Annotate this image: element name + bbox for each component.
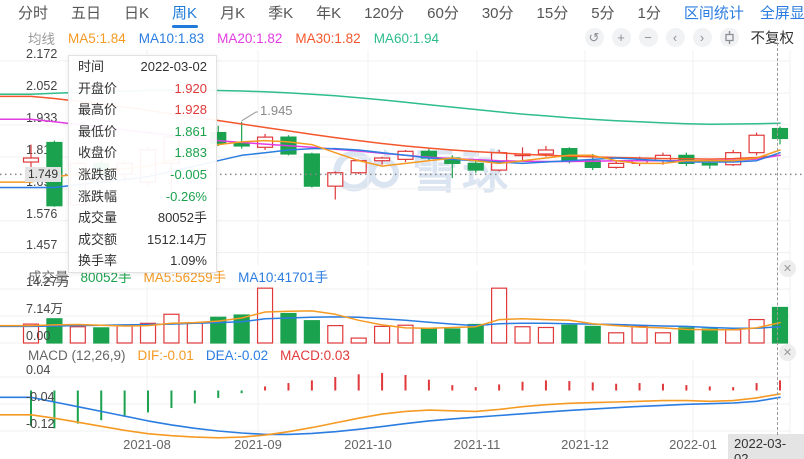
zoom-in-icon[interactable]: + [611, 28, 631, 47]
tab-15min[interactable]: 15分 [537, 2, 569, 23]
tooltip-value: 1.920 [174, 80, 207, 96]
tab-monthly-k[interactable]: 月K [220, 2, 245, 23]
dea-legend: DEA:-0.02 [205, 348, 269, 363]
macd-pane-header: MACD (12,26,9) DIF:-0.01 DEA:-0.02 MACD:… [0, 348, 350, 363]
ma-legend-row: 均线 MA5:1.84 MA10:1.83 MA20:1.82 MA30:1.8… [0, 28, 439, 48]
macd-tick: -0.12 [26, 417, 55, 431]
tooltip-row: 收盘价 1.883 [69, 142, 216, 164]
stock-chart-window: 分时 五日 日K 周K 月K 季K 年K 120分 60分 30分 15分 5分… [0, 0, 804, 459]
tooltip-label: 开盘价 [78, 80, 118, 96]
tab-yearly-k[interactable]: 年K [316, 2, 341, 23]
volume-title: 成交量 [28, 270, 69, 285]
volume-tick: 7.14万 [26, 302, 63, 316]
tab-daily-k[interactable]: 日K [124, 2, 149, 23]
macd-tick: -0.04 [26, 390, 55, 404]
tooltip-row: 开盘价 1.920 [69, 78, 216, 100]
tooltip-label: 涨跌幅 [78, 188, 118, 204]
tooltip-row: 时间 2022-03-02 [69, 56, 216, 78]
tooltip-label: 换手率 [78, 253, 118, 269]
crosshair-date-label: 2022-03-02 [728, 434, 804, 459]
macd-title: MACD (12,26,9) [28, 348, 126, 363]
tooltip-label: 收盘价 [78, 145, 118, 161]
tooltip-value: 1.861 [174, 123, 207, 139]
volume-tick: 0.00 [26, 329, 51, 343]
adjust-mode-label[interactable]: 不复权 [751, 27, 795, 48]
current-price-label: 1.749 [25, 167, 62, 182]
period-tabbar: 分时 五日 日K 周K 月K 季K 年K 120分 60分 30分 15分 5分… [0, 0, 804, 25]
tooltip-value: 2022-03-02 [140, 59, 208, 74]
fullscreen-link[interactable]: 全屏显示 [760, 2, 804, 23]
tab-5day[interactable]: 五日 [71, 2, 101, 23]
ma20-legend: MA20:1.82 [217, 30, 283, 46]
ma60-legend: MA60:1.94 [373, 30, 439, 46]
zoom-out-icon[interactable]: − [638, 28, 658, 47]
volume-ma10-legend: MA10:41701手 [238, 270, 329, 285]
scroll-right-icon[interactable]: › [692, 28, 712, 47]
tooltip-value: 1.883 [174, 145, 207, 161]
tooltip-label: 涨跌额 [78, 166, 118, 182]
tab-60min[interactable]: 60分 [427, 2, 459, 23]
tab-120min[interactable]: 120分 [364, 2, 404, 23]
tooltip-label: 时间 [78, 59, 105, 74]
tooltip-label: 成交额 [78, 231, 118, 247]
tab-30min[interactable]: 30分 [482, 2, 514, 23]
dif-legend: DIF:-0.01 [137, 348, 194, 363]
tooltip-row: 涨跌幅 -0.26% [69, 186, 216, 208]
kline-style-icon[interactable] [719, 28, 739, 47]
close-icon[interactable]: ✕ [779, 260, 796, 277]
tooltip-row: 换手率 1.09% [69, 250, 216, 272]
tab-quarterly-k[interactable]: 季K [268, 2, 293, 23]
ma-row-title: 均线 [28, 32, 55, 47]
tooltip-row: 成交量 80052手 [69, 207, 216, 229]
chart-toolbar: ↺ + − ‹ › 不复权 [584, 27, 795, 48]
scroll-left-icon[interactable]: ‹ [665, 28, 685, 47]
undo-icon[interactable]: ↺ [584, 28, 604, 47]
ma30-legend: MA30:1.82 [295, 30, 361, 46]
tab-1min[interactable]: 1分 [638, 2, 661, 23]
tooltip-row: 最高价 1.928 [69, 99, 216, 121]
tooltip-label: 最低价 [78, 123, 118, 139]
close-icon[interactable]: ✕ [779, 344, 796, 361]
tooltip-row: 最低价 1.861 [69, 121, 216, 143]
crosshair-vertical-line [777, 38, 778, 435]
tooltip-value: 1.09% [170, 253, 207, 269]
tab-timeshare[interactable]: 分时 [18, 2, 48, 23]
high-annotation: 1.945 [260, 103, 293, 118]
ohlc-tooltip: 时间 2022-03-02 开盘价 1.920 最高价 1.928 最低价 1.861 … [68, 55, 217, 273]
tooltip-value: 1512.14万 [147, 231, 207, 247]
tooltip-row: 成交额 1512.14万 [69, 229, 216, 251]
macd-legend: MACD:0.03 [280, 348, 350, 363]
ma5-legend: MA5:1.84 [68, 30, 126, 46]
tooltip-label: 最高价 [78, 102, 118, 118]
tabbar-right-links: 区间统计 全屏显示 [684, 2, 804, 23]
tooltip-value: 1.928 [174, 102, 207, 118]
tooltip-value: -0.26% [165, 188, 207, 204]
tooltip-value: -0.005 [170, 166, 207, 182]
tooltip-value: 80052手 [157, 210, 207, 226]
tooltip-label: 成交量 [78, 210, 118, 226]
ma10-legend: MA10:1.83 [138, 30, 205, 46]
tab-weekly-k[interactable]: 周K [172, 2, 197, 23]
macd-chart[interactable] [0, 360, 804, 440]
range-stats-link[interactable]: 区间统计 [684, 2, 744, 23]
tooltip-row: 涨跌额 -0.005 [69, 164, 216, 186]
tab-5min[interactable]: 5分 [591, 2, 614, 23]
macd-tick: 0.04 [26, 363, 51, 377]
